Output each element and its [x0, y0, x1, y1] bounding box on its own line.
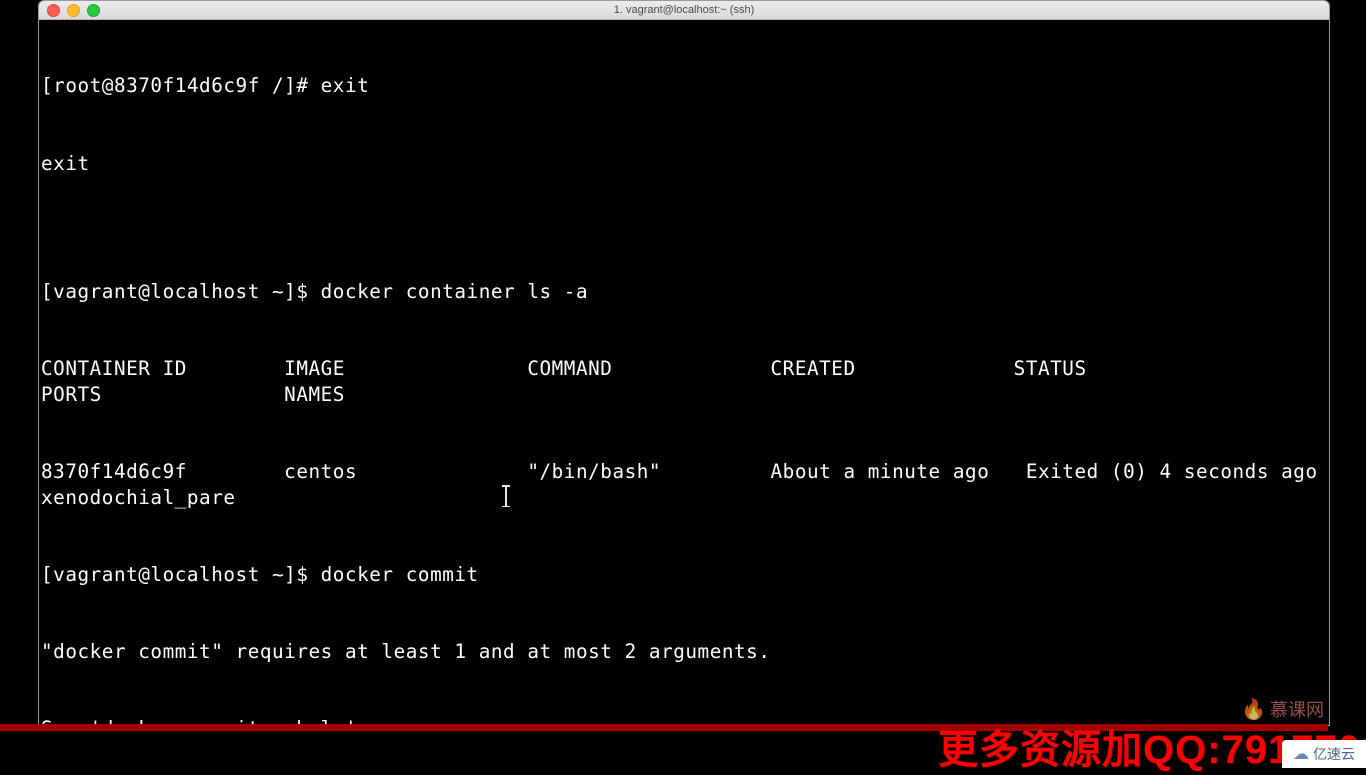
- window-title: 1. vagrant@localhost:~ (ssh): [39, 4, 1329, 16]
- window-controls: [39, 4, 100, 17]
- yisu-badge: ☁ 亿速云: [1282, 740, 1366, 768]
- zoom-icon[interactable]: [87, 4, 100, 17]
- close-icon[interactable]: [47, 4, 60, 17]
- minimize-icon[interactable]: [67, 4, 80, 17]
- terminal-window: 1. vagrant@localhost:~ (ssh) [root@8370f…: [38, 0, 1330, 726]
- text-cursor-icon: [505, 486, 507, 506]
- terminal-line: 8370f14d6c9f centos "/bin/bash" About a …: [41, 459, 1327, 510]
- yisu-label: 亿速云: [1313, 744, 1355, 764]
- terminal-line: [vagrant@localhost ~]$ docker container …: [41, 279, 1327, 305]
- cloud-icon: ☁: [1293, 744, 1309, 764]
- window-titlebar[interactable]: 1. vagrant@localhost:~ (ssh): [39, 1, 1329, 20]
- terminal-line: [vagrant@localhost ~]$ docker commit: [41, 562, 1327, 588]
- terminal-line: CONTAINER ID IMAGE COMMAND CREATED STATU…: [41, 356, 1327, 407]
- terminal-line: exit: [41, 151, 1327, 177]
- terminal-line: [root@8370f14d6c9f /]# exit: [41, 73, 1327, 99]
- terminal-body[interactable]: [root@8370f14d6c9f /]# exit exit [vagran…: [39, 20, 1329, 726]
- terminal-line: "docker commit" requires at least 1 and …: [41, 639, 1327, 665]
